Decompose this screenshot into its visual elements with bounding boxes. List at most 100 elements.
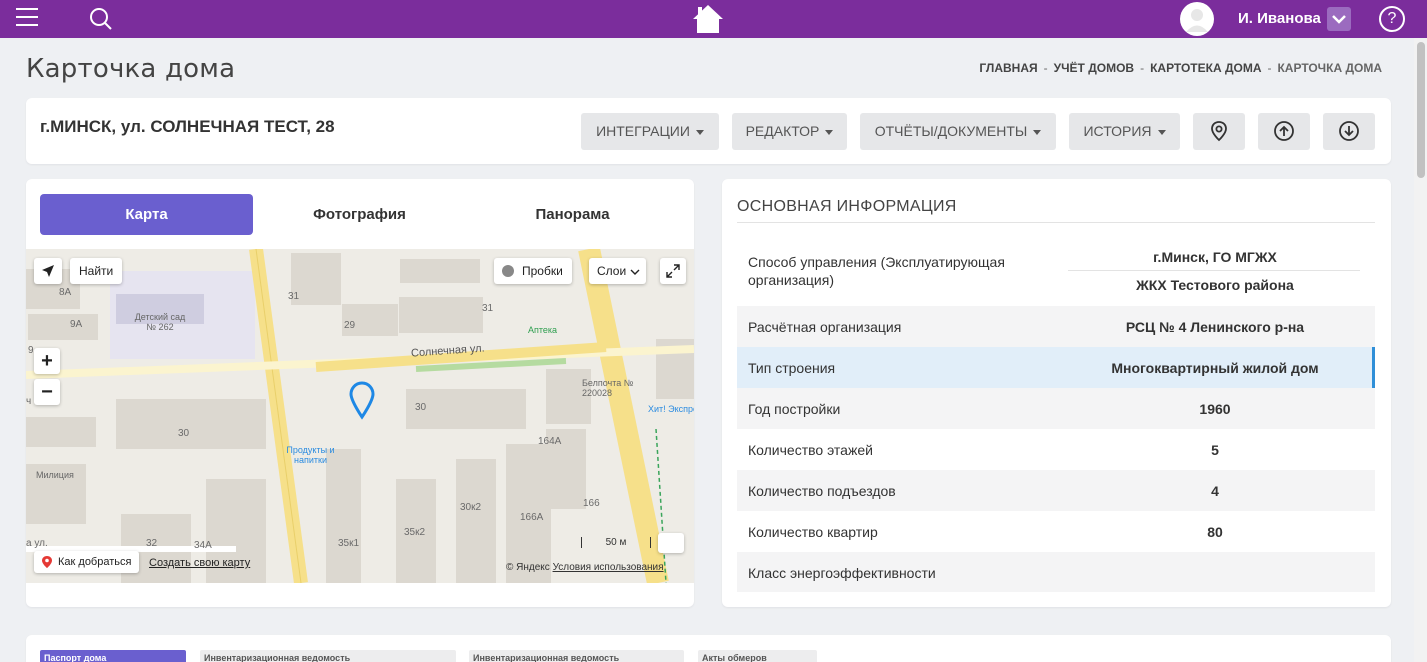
copyright-text: © Яндекс: [506, 562, 550, 573]
info-value: 5: [1211, 442, 1219, 458]
info-label: Количество этажей: [748, 442, 873, 458]
street-label-left: а ул.: [26, 538, 48, 549]
map-find-button[interactable]: Найти: [70, 258, 123, 284]
info-title: ОСНОВНАЯ ИНФОРМАЦИЯ: [737, 198, 957, 215]
tab-map[interactable]: Карта: [40, 194, 253, 235]
info-row-year: Год постройки 1960: [737, 388, 1375, 429]
traffic-light-icon: [502, 265, 514, 277]
arrow-down-circle-icon: [1339, 121, 1359, 141]
poi-shop[interactable]: Хит! Экспресс: [648, 404, 694, 414]
poi-kindergarten[interactable]: Детский сад № 262: [134, 312, 186, 332]
info-value: Многоквартирный жилой дом: [1111, 360, 1319, 376]
caret-down-icon: [825, 129, 834, 135]
tab-measurement-acts[interactable]: Акты обмеров: [698, 650, 817, 662]
zoom-in-button[interactable]: +: [34, 348, 60, 374]
breadcrumb-current: КАРТОЧКА ДОМА: [1277, 61, 1382, 75]
info-label: Тип строения: [748, 360, 836, 376]
scrollbar-thumb[interactable]: [1417, 42, 1425, 178]
chevron-down-icon: [630, 269, 640, 275]
expand-icon: [666, 264, 680, 278]
info-label: Количество квартир: [748, 524, 878, 540]
info-value: 4: [1211, 483, 1219, 499]
map-fullscreen-button[interactable]: [660, 258, 686, 284]
tab-house-passport[interactable]: Паспорт дома: [40, 650, 186, 662]
caret-down-icon: [1033, 129, 1042, 135]
info-row-management: Способ управления (Эксплуатирующая орган…: [737, 240, 1375, 305]
map-traffic-label: Пробки: [522, 264, 563, 278]
info-value: 1960: [1199, 401, 1231, 417]
info-label: Класс энергоэффективности: [748, 565, 936, 581]
yandex-map[interactable]: Найти Пробки Слои + − Солнечная ул. а ул…: [26, 249, 694, 583]
page-title: Карточка дома: [26, 54, 236, 84]
house-number: 9А: [70, 319, 83, 330]
breadcrumb-home[interactable]: ГЛАВНАЯ: [979, 61, 1037, 75]
user-name[interactable]: И. Иванова: [1238, 10, 1321, 27]
map-background: [26, 249, 694, 583]
editor-dropdown[interactable]: РЕДАКТОР: [732, 113, 847, 150]
home-icon[interactable]: [690, 2, 726, 36]
ruler-button[interactable]: [658, 533, 684, 553]
info-value-secondary: ЖКХ Тестового района: [1136, 277, 1294, 293]
route-button[interactable]: Как добраться: [34, 551, 140, 573]
info-row-entrances: Количество подъездов 4: [737, 470, 1375, 511]
map-scale: 50 м: [581, 537, 651, 548]
tab-inventory-sheet-2[interactable]: Инвентаризационная ведомость: [469, 650, 684, 662]
info-value: 80: [1207, 524, 1223, 540]
create-map-link[interactable]: Создать свою карту: [149, 557, 250, 569]
house-number: 31: [482, 303, 494, 314]
house-number: 30к2: [460, 502, 482, 513]
tab-panorama[interactable]: Панорама: [466, 194, 679, 235]
breadcrumb-house-accounting[interactable]: УЧЁТ ДОМОВ: [1054, 61, 1134, 75]
download-button[interactable]: [1323, 113, 1375, 150]
help-icon[interactable]: ?: [1379, 6, 1405, 32]
integrations-dropdown[interactable]: ИНТЕГРАЦИИ: [581, 113, 719, 150]
poi-products[interactable]: Продукты и напитки: [283, 445, 338, 465]
breadcrumb-house-registry[interactable]: КАРТОТЕКА ДОМА: [1150, 61, 1261, 75]
search-icon[interactable]: [88, 6, 114, 32]
avatar-icon[interactable]: [1180, 2, 1214, 36]
poi-police[interactable]: Милиция: [36, 470, 74, 480]
terms-link[interactable]: Условия использования: [553, 562, 664, 573]
history-dropdown[interactable]: ИСТОРИЯ: [1069, 113, 1180, 150]
menu-icon[interactable]: [16, 8, 38, 28]
info-value: РСЦ № 4 Ленинского р-на: [1125, 319, 1305, 335]
house-number: 30: [178, 428, 190, 439]
location-pin-icon: [1211, 121, 1227, 142]
map-layers-button[interactable]: Слои: [589, 258, 647, 284]
house-number: 32: [146, 538, 158, 549]
editor-label: РЕДАКТОР: [745, 123, 820, 139]
house-number: 164А: [538, 436, 562, 447]
info-row-building-type: Тип строения Многоквартирный жилой дом: [737, 347, 1375, 388]
house-number: ч: [26, 396, 32, 407]
route-label: Как добраться: [58, 556, 132, 568]
info-label: Расчётная организация: [748, 319, 902, 335]
house-number: 29: [344, 320, 356, 331]
reports-dropdown[interactable]: ОТЧЁТЫ/ДОКУМЕНТЫ: [860, 113, 1056, 150]
house-number: 166: [583, 498, 600, 509]
tab-inventory-sheet[interactable]: Инвентаризационная ведомость: [200, 650, 456, 662]
location-button[interactable]: [1193, 113, 1245, 150]
poi-pharmacy[interactable]: Аптека: [528, 325, 557, 335]
house-number: 166А: [520, 512, 544, 523]
info-label: Количество подъездов: [748, 483, 896, 499]
info-row-apartments: Количество квартир 80: [737, 511, 1375, 552]
history-label: ИСТОРИЯ: [1083, 123, 1152, 139]
integrations-label: ИНТЕГРАЦИИ: [596, 123, 690, 139]
info-label: Способ управления (Эксплуатирующая орган…: [748, 254, 1005, 288]
breadcrumb-separator: -: [1043, 61, 1048, 75]
house-number: 34А: [194, 540, 212, 551]
find-location-button[interactable]: [34, 258, 62, 284]
poi-post[interactable]: Белпочта № 220028: [582, 378, 637, 398]
info-row-energy-class: Класс энергоэффективности: [737, 552, 1375, 592]
top-bar: И. Иванова ?: [0, 0, 1427, 38]
info-label: Год постройки: [748, 401, 841, 417]
map-copyright: © Яндекс Условия использования: [506, 562, 664, 573]
info-row-billing: Расчётная организация РСЦ № 4 Ленинского…: [737, 306, 1375, 347]
upload-button[interactable]: [1258, 113, 1310, 150]
chevron-down-icon[interactable]: [1327, 7, 1351, 31]
caret-down-icon: [1157, 129, 1166, 135]
map-traffic-button[interactable]: Пробки: [494, 258, 572, 284]
tab-photo[interactable]: Фотография: [253, 194, 466, 235]
zoom-out-button[interactable]: −: [34, 379, 60, 405]
house-number: 35к2: [404, 527, 426, 538]
